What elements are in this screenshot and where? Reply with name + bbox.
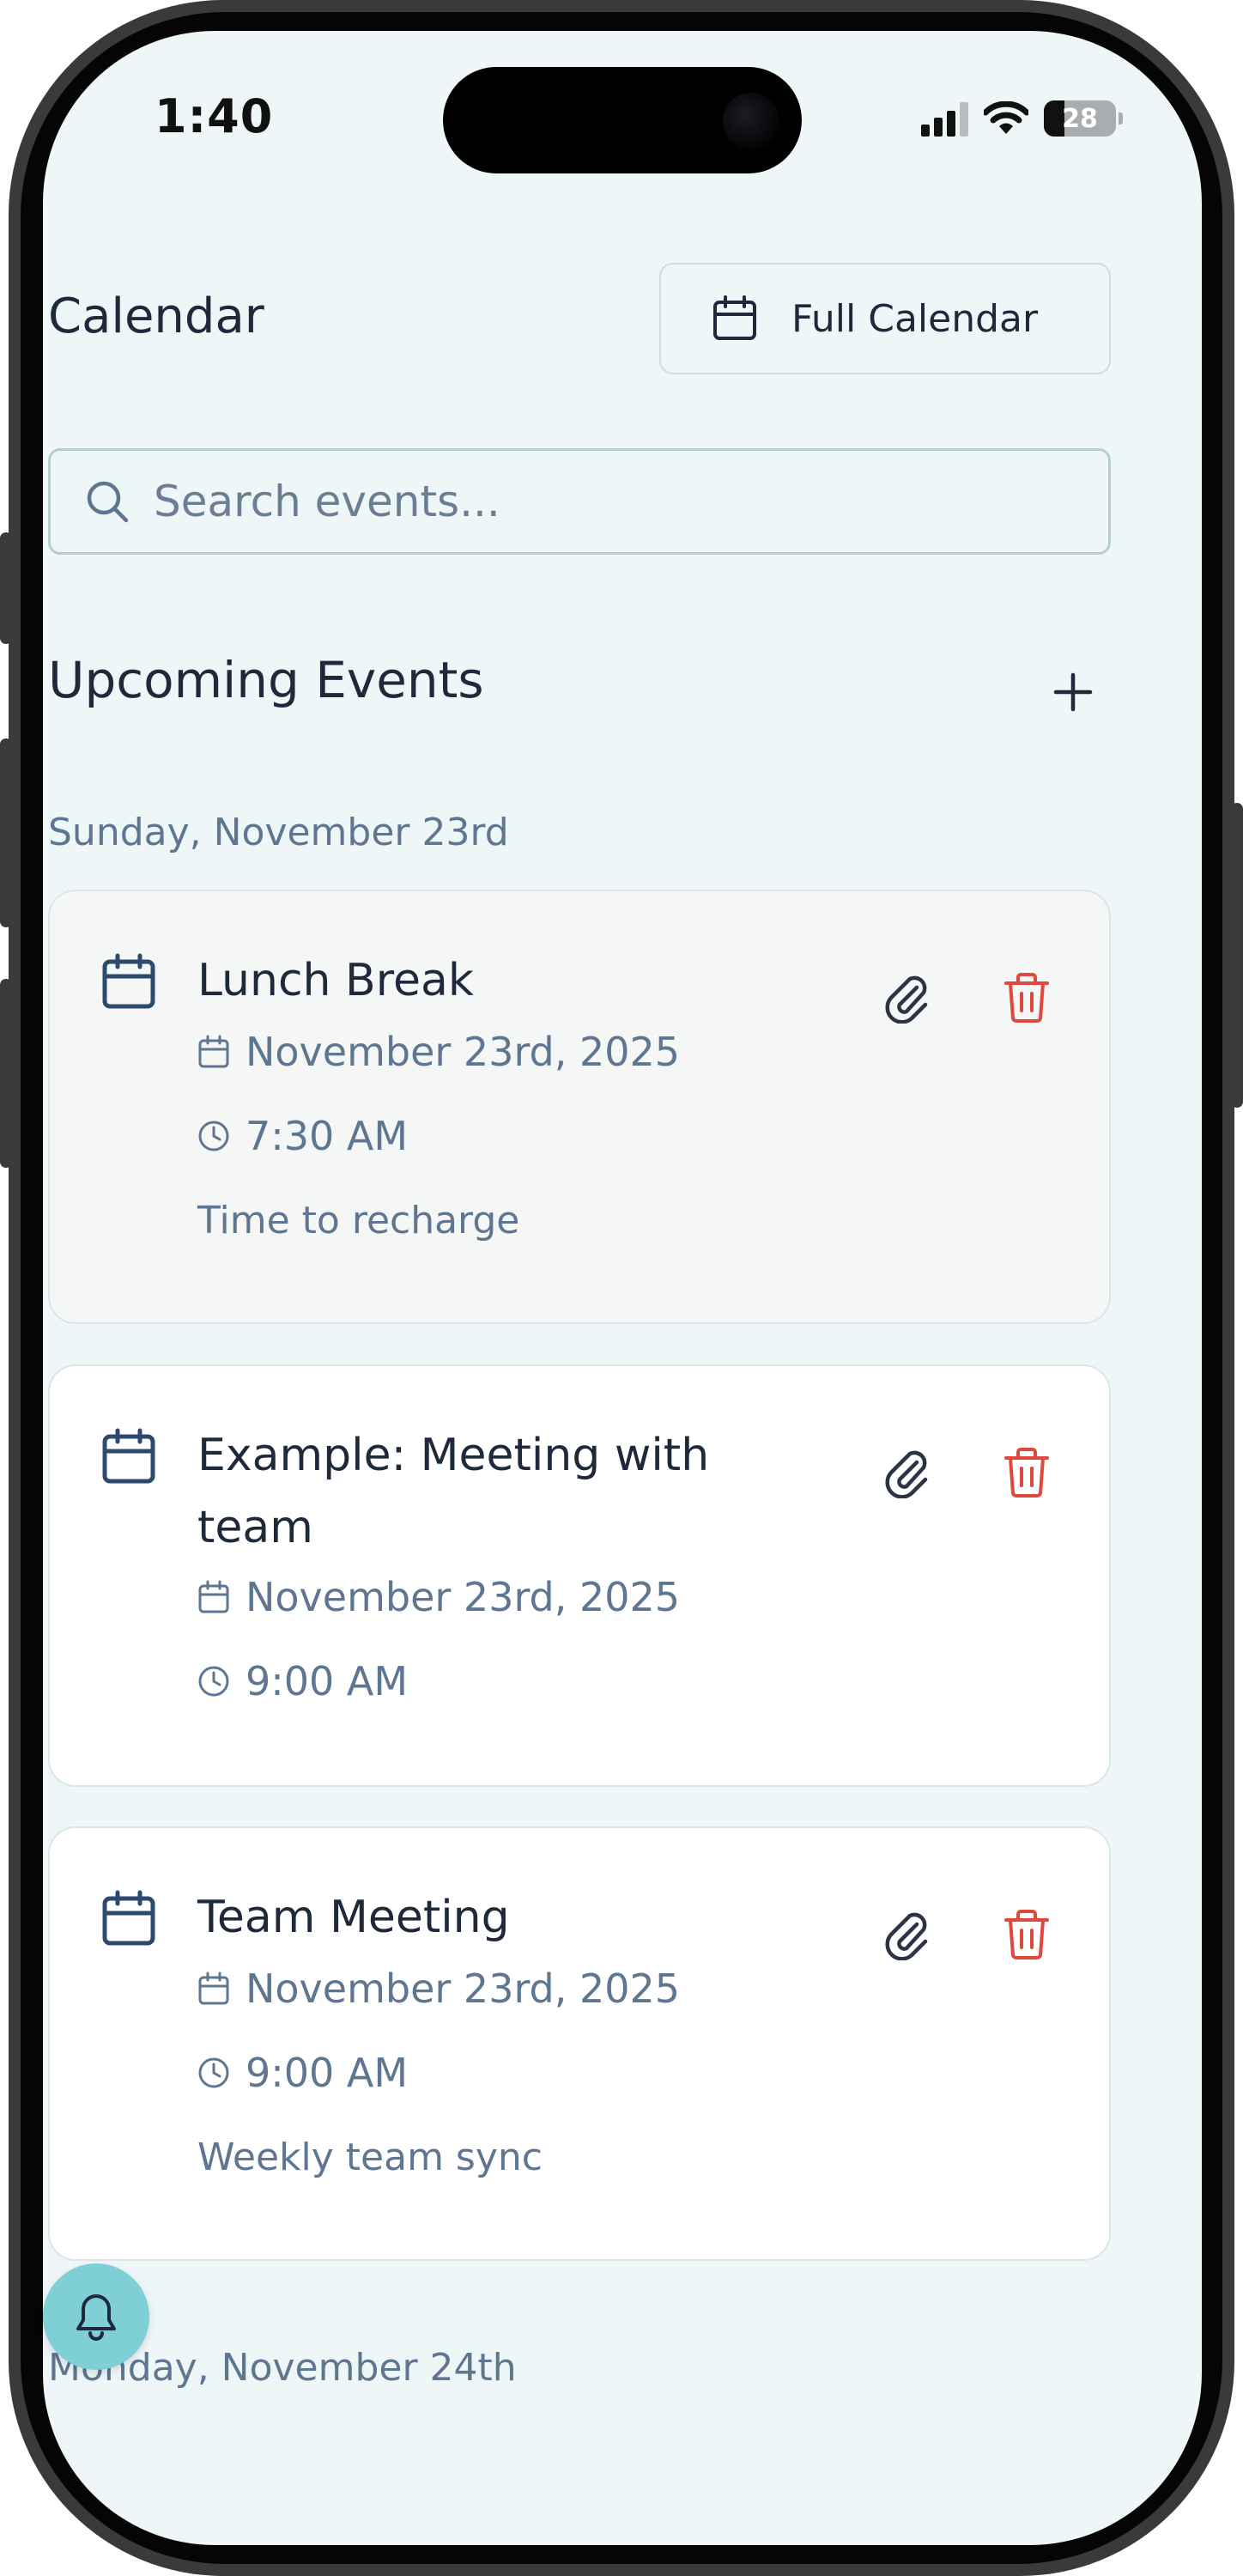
- event-title: Example: Meeting with team: [197, 1430, 710, 1553]
- event-date-text: November 23rd, 2025: [246, 1029, 681, 1075]
- search-bar: [48, 448, 1111, 555]
- event-time-text: 7:30 AM: [246, 1113, 409, 1159]
- event-date-text: November 23rd, 2025: [246, 1965, 681, 2012]
- event-time: 9:00 AM: [197, 2050, 408, 2096]
- event-time-text: 9:00 AM: [246, 1658, 409, 1704]
- event-calendar-icon: [102, 953, 155, 1009]
- small-calendar-icon: [198, 1580, 229, 1613]
- event-card[interactable]: Lunch Break November 23rd, 2025 7:30 AM …: [48, 890, 1111, 1324]
- power-button: [1231, 803, 1243, 1108]
- small-calendar-icon: [198, 1035, 229, 1068]
- bell-icon: [76, 2294, 116, 2341]
- battery-level: 28: [1062, 103, 1098, 134]
- event-date: November 23rd, 2025: [197, 1029, 680, 1075]
- wifi-icon: [984, 101, 1028, 134]
- paperclip-icon[interactable]: [879, 1443, 934, 1498]
- trash-icon[interactable]: [1003, 972, 1051, 1024]
- clock-icon: [198, 2057, 229, 2088]
- battery-icon: 28: [1044, 100, 1123, 137]
- cellular-signal-icon: [921, 100, 968, 137]
- event-title: Team Meeting: [197, 1892, 510, 1943]
- search-input[interactable]: [154, 477, 1012, 526]
- phone-mockup: 1:40 28 Calendar Full Calendar Search ev…: [0, 0, 1243, 2576]
- clock-icon: [198, 1121, 229, 1151]
- event-card[interactable]: Example: Meeting with team November 23rd…: [48, 1364, 1111, 1787]
- small-calendar-icon: [198, 1971, 229, 2005]
- event-card[interactable]: Team Meeting November 23rd, 2025 9:00 AM…: [48, 1826, 1111, 2261]
- trash-icon[interactable]: [1003, 1447, 1051, 1498]
- event-description: Weekly team sync: [197, 2136, 543, 2179]
- paperclip-icon[interactable]: [879, 969, 934, 1024]
- event-date-text: November 23rd, 2025: [246, 1574, 681, 1620]
- volume-up-button: [0, 738, 12, 927]
- event-description: Time to recharge: [197, 1199, 520, 1242]
- clock-icon: [198, 1666, 229, 1697]
- calendar-icon: [713, 295, 756, 340]
- event-time: 7:30 AM: [197, 1113, 408, 1159]
- trash-icon[interactable]: [1003, 1909, 1051, 1960]
- full-calendar-label: Full Calendar: [791, 296, 1039, 341]
- event-date: November 23rd, 2025: [197, 1574, 680, 1620]
- notifications-button[interactable]: [43, 2263, 149, 2370]
- search-icon: [87, 481, 129, 523]
- event-time-text: 9:00 AM: [246, 2050, 409, 2096]
- event-title: Lunch Break: [197, 955, 474, 1006]
- action-button: [0, 532, 12, 644]
- event-calendar-icon: [102, 1890, 155, 1946]
- status-icons: 28: [921, 98, 1123, 139]
- dynamic-island: [443, 67, 802, 173]
- status-time: 1:40: [155, 89, 274, 143]
- paperclip-icon[interactable]: [879, 1905, 934, 1960]
- event-time: 9:00 AM: [197, 1658, 408, 1704]
- day-label: Sunday, November 23rd: [48, 811, 509, 854]
- upcoming-events-title: Upcoming Events: [48, 651, 484, 709]
- event-date: November 23rd, 2025: [197, 1965, 680, 2012]
- add-event-icon[interactable]: [1047, 666, 1099, 718]
- page-title: Calendar: [48, 289, 264, 344]
- event-calendar-icon: [102, 1428, 155, 1484]
- volume-down-button: [0, 979, 12, 1168]
- full-calendar-button[interactable]: Full Calendar: [659, 263, 1111, 374]
